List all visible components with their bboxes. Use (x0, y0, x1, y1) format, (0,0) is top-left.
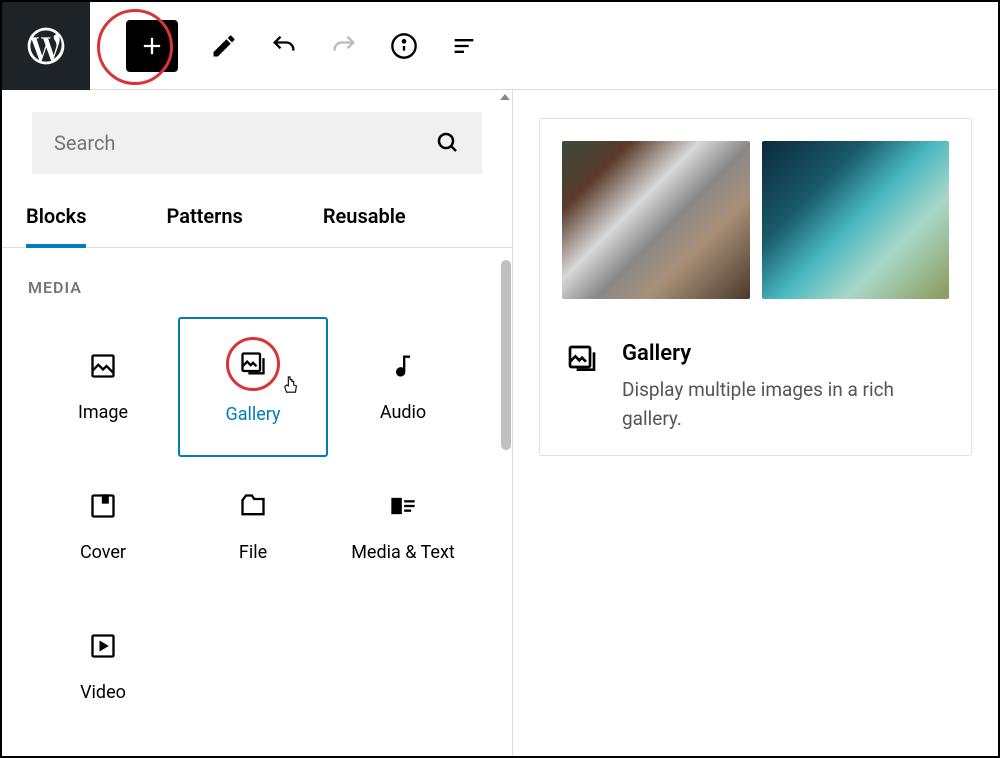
undo-button[interactable] (254, 16, 314, 76)
undo-icon (270, 32, 298, 60)
block-label: Gallery (225, 404, 280, 425)
top-toolbar (2, 2, 998, 90)
block-label: Cover (80, 542, 126, 563)
info-button[interactable] (374, 16, 434, 76)
blocks-grid: Image Gallery Audio Cover File (2, 301, 512, 753)
preview-gallery-row (562, 141, 949, 299)
wordpress-icon (24, 24, 68, 68)
wordpress-logo-button[interactable] (2, 2, 90, 90)
video-icon (89, 632, 117, 660)
block-preview-panel: Gallery Display multiple images in a ric… (513, 90, 998, 756)
preview-image (562, 141, 750, 299)
block-label: Media & Text (351, 542, 455, 563)
gallery-icon (239, 350, 267, 378)
preview-description: Display multiple images in a rich galler… (622, 376, 945, 433)
search-input[interactable] (54, 131, 379, 155)
scroll-up-icon (500, 94, 510, 100)
add-block-button[interactable] (126, 20, 178, 72)
cursor-pointer-icon (282, 375, 300, 395)
outline-button[interactable] (434, 16, 494, 76)
inserter-tabs: Blocks Patterns Reusable (2, 190, 512, 248)
tab-patterns[interactable]: Patterns (166, 190, 242, 247)
search-box (32, 112, 482, 174)
audio-icon (389, 352, 417, 380)
block-cover[interactable]: Cover (28, 457, 178, 597)
tab-reusable[interactable]: Reusable (323, 190, 406, 247)
pencil-icon (210, 32, 238, 60)
plus-icon (138, 32, 166, 60)
block-gallery[interactable]: Gallery (178, 317, 328, 457)
preview-title: Gallery (622, 341, 945, 366)
add-block-wrapper (108, 20, 178, 72)
scrollbar-thumb[interactable] (501, 260, 511, 450)
media-text-icon (389, 492, 417, 520)
info-icon (390, 32, 418, 60)
gallery-icon-wrap (239, 350, 267, 404)
block-audio[interactable]: Audio (328, 317, 478, 457)
block-image[interactable]: Image (28, 317, 178, 457)
inserter-panel: Blocks Patterns Reusable MEDIA Image Gal… (2, 90, 513, 756)
image-icon (89, 352, 117, 380)
file-icon (239, 492, 267, 520)
preview-image (762, 141, 950, 299)
block-label: Audio (380, 402, 426, 423)
tab-blocks[interactable]: Blocks (26, 190, 86, 248)
gallery-icon (566, 343, 598, 375)
block-label: Image (78, 402, 128, 423)
section-title-media: MEDIA (2, 248, 512, 301)
cover-icon (89, 492, 117, 520)
edit-button[interactable] (194, 16, 254, 76)
search-icon (436, 131, 460, 155)
block-video[interactable]: Video (28, 597, 178, 737)
content-area: Blocks Patterns Reusable MEDIA Image Gal… (2, 90, 998, 756)
list-view-icon (450, 32, 478, 60)
redo-icon (330, 32, 358, 60)
block-file[interactable]: File (178, 457, 328, 597)
redo-button[interactable] (314, 16, 374, 76)
preview-info: Gallery Display multiple images in a ric… (562, 341, 949, 433)
block-media-text[interactable]: Media & Text (328, 457, 478, 597)
block-label: Video (80, 682, 126, 703)
preview-card: Gallery Display multiple images in a ric… (539, 118, 972, 456)
preview-text: Gallery Display multiple images in a ric… (622, 341, 945, 433)
block-label: File (239, 542, 267, 563)
